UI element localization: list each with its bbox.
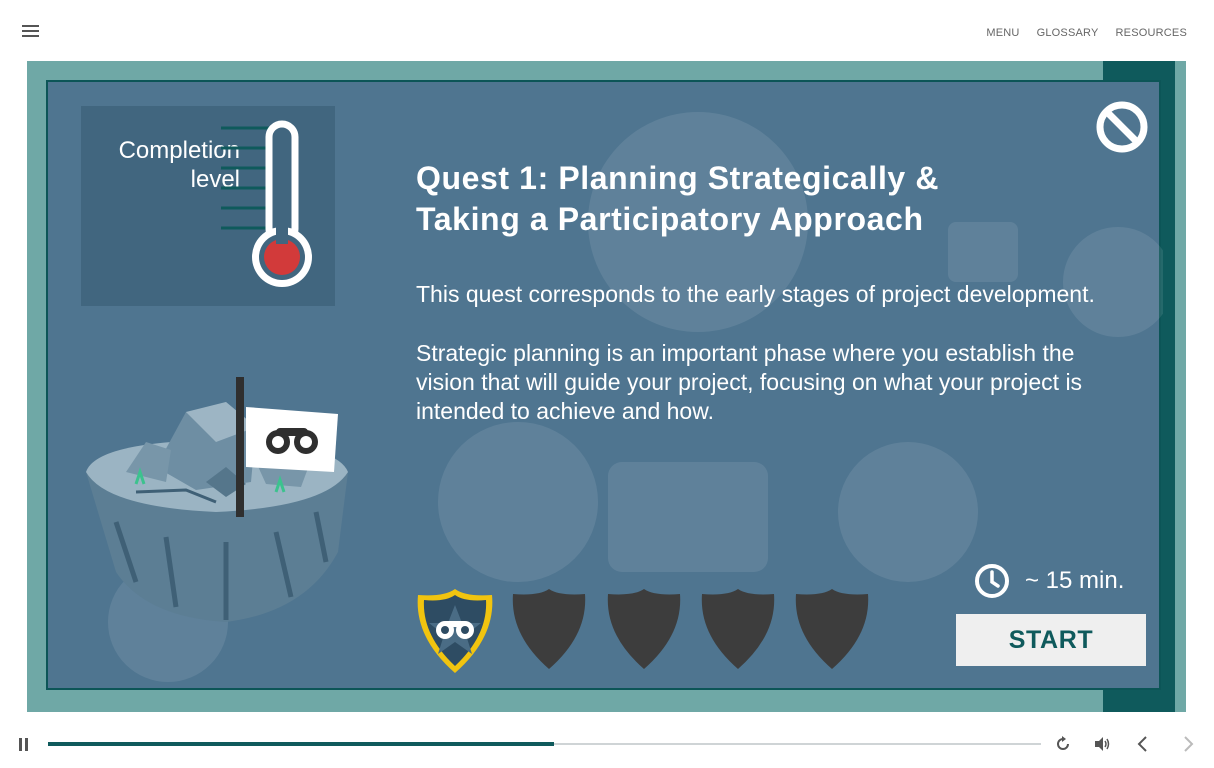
quest-panel: Completion level Quest 1: Planning Strat… [46,80,1163,690]
locked-shield-icon [512,589,586,669]
close-icon[interactable] [1095,100,1149,154]
replay-icon[interactable] [1054,735,1072,753]
course-stage: Completion level Quest 1: Planning Strat… [27,61,1186,712]
glossary-link[interactable]: GLOSSARY [1037,27,1099,39]
quest-description: This quest corresponds to the early stag… [416,280,1136,456]
locked-shield-icon [607,589,681,669]
progress-fill [48,742,555,746]
quest-detail-paragraph: Strategic planning is an important phase… [416,340,1083,424]
pause-icon[interactable] [19,738,29,751]
clock-icon [975,564,1009,598]
binoculars-star-badge-icon [417,589,493,673]
quest-intro-paragraph: This quest corresponds to the early stag… [416,281,1095,307]
quest-island-illustration [86,377,348,622]
locked-shield-icon [701,589,775,669]
progress-bar[interactable] [48,742,1041,746]
thermometer-icon [221,120,312,287]
completion-label: Completion level [118,137,240,193]
completion-level-card: Completion level [81,106,335,306]
player-controls [0,720,1214,768]
menu-link[interactable]: MENU [986,27,1019,39]
top-navigation: MENU GLOSSARY RESOURCES [986,27,1187,39]
quest-duration: ~ 15 min. [974,563,1124,599]
previous-slide-icon[interactable] [1134,735,1152,753]
duration-text: ~ 15 min. [1025,567,1125,594]
resources-link[interactable]: RESOURCES [1116,27,1187,39]
volume-icon[interactable] [1093,735,1111,753]
top-bar: MENU GLOSSARY RESOURCES [0,0,1214,62]
hamburger-menu-icon[interactable] [22,25,39,37]
start-button[interactable]: START [956,614,1146,666]
quest-title: Quest 1: Planning Strategically & Taking… [416,160,940,237]
locked-shield-icon [795,589,869,669]
next-slide-icon[interactable] [1179,735,1197,753]
